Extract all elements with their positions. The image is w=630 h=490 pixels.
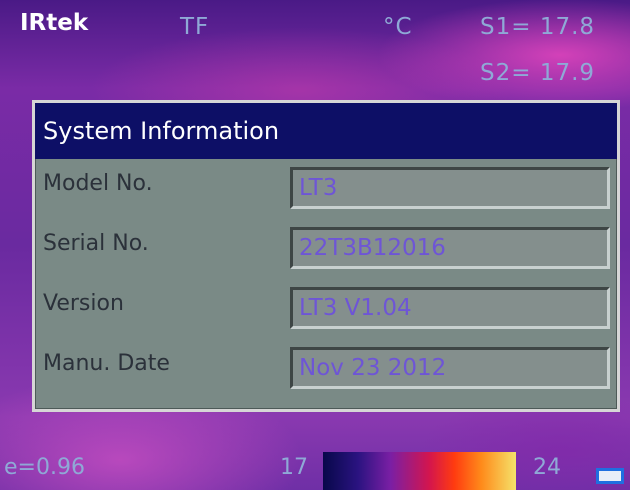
system-info-dialog: System Information Model No. LT3 Serial …	[32, 100, 620, 412]
info-row-model: Model No. LT3	[35, 159, 617, 219]
spot-readout-s2: S2= 17.9	[480, 60, 596, 86]
emissivity-readout: e=0.96	[4, 455, 85, 480]
row-value-field: LT3	[290, 167, 610, 209]
row-label: Version	[43, 291, 124, 316]
info-row-version: Version LT3 V1.04	[35, 279, 617, 339]
battery-icon	[596, 468, 624, 484]
row-label: Manu. Date	[43, 351, 170, 376]
spot-readout-s1: S1= 17.8	[480, 14, 596, 40]
scale-max-label: 24	[533, 455, 561, 480]
temperature-unit: °C	[383, 14, 413, 40]
info-row-manu-date: Manu. Date Nov 23 2012	[35, 339, 617, 399]
brand-logo: IRtek	[20, 10, 89, 36]
row-label: Serial No.	[43, 231, 149, 256]
mode-indicator: TF	[180, 14, 210, 40]
row-value-field: Nov 23 2012	[290, 347, 610, 389]
color-scale-bar	[323, 452, 516, 490]
row-label: Model No.	[43, 171, 153, 196]
info-row-serial: Serial No. 22T3B12016	[35, 219, 617, 279]
row-value-field: LT3 V1.04	[290, 287, 610, 329]
row-value-field: 22T3B12016	[290, 227, 610, 269]
dialog-title: System Information	[35, 103, 617, 159]
scale-min-label: 17	[280, 455, 308, 480]
